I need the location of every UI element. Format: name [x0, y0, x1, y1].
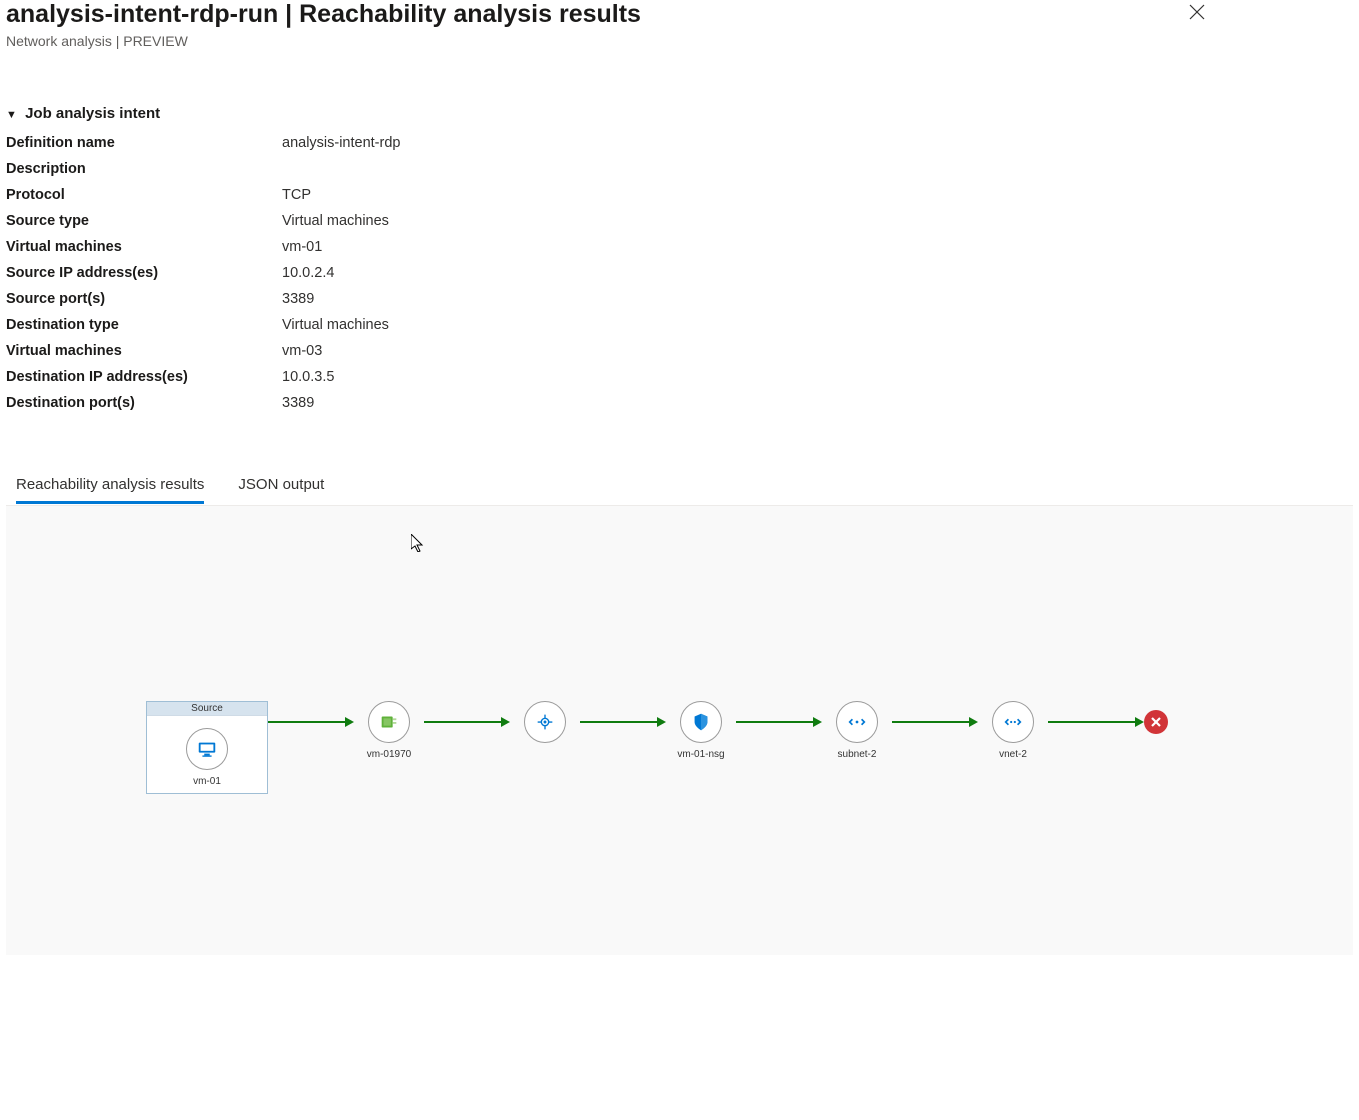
value-dest-ip: 10.0.3.5 [282, 369, 334, 385]
node-label-subnet-2: subnet-2 [838, 749, 877, 760]
arrow-right-icon [1135, 717, 1144, 727]
label-dest-type: Destination type [6, 317, 282, 333]
tabs: Reachability analysis results JSON outpu… [6, 468, 1353, 505]
section-title: Job analysis intent [25, 105, 160, 122]
close-button[interactable] [1181, 0, 1213, 28]
value-definition-name: analysis-intent-rdp [282, 135, 400, 151]
arrow-right-icon [657, 717, 666, 727]
nic-icon [378, 711, 400, 733]
value-source-vm: vm-01 [282, 239, 322, 255]
label-source-port: Source port(s) [6, 291, 282, 307]
page-title: analysis-intent-rdp-run | Reachability a… [6, 0, 641, 29]
label-dest-ip: Destination IP address(es) [6, 369, 282, 385]
reachability-path: Source vm-01 [146, 701, 1353, 794]
cursor-icon [411, 534, 424, 552]
source-box[interactable]: Source vm-01 [146, 701, 268, 794]
shield-icon [690, 711, 712, 733]
node-vm-01-nsg[interactable] [680, 701, 722, 743]
node-vnet-2[interactable] [992, 701, 1034, 743]
arrow-right-icon [813, 717, 822, 727]
arrow-right-icon [501, 717, 510, 727]
label-source-type: Source type [6, 213, 282, 229]
node-vm-01[interactable] [186, 728, 228, 770]
label-source-vm: Virtual machines [6, 239, 282, 255]
value-source-port: 3389 [282, 291, 314, 307]
arrow-right-icon [969, 717, 978, 727]
value-dest-type: Virtual machines [282, 317, 389, 333]
section-toggle-job-analysis-intent[interactable]: ▼ Job analysis intent [6, 105, 1353, 122]
node-label-vnet-2: vnet-2 [999, 749, 1027, 760]
label-dest-vm: Virtual machines [6, 343, 282, 359]
caret-down-icon: ▼ [6, 109, 17, 121]
vm-icon [196, 738, 218, 760]
tab-reachability-results[interactable]: Reachability analysis results [16, 468, 204, 504]
value-dest-port: 3389 [282, 395, 314, 411]
subnet-icon [846, 711, 868, 733]
node-subnet-2[interactable] [836, 701, 878, 743]
node-vm-01970[interactable] [368, 701, 410, 743]
node-label-vm-01-nsg: vm-01-nsg [677, 749, 724, 760]
value-source-type: Virtual machines [282, 213, 389, 229]
breadcrumb: Network analysis | PREVIEW [6, 33, 641, 49]
label-definition-name: Definition name [6, 135, 282, 151]
error-icon [1150, 716, 1162, 728]
label-source-ip: Source IP address(es) [6, 265, 282, 281]
vnet-icon [1002, 711, 1024, 733]
value-source-ip: 10.0.2.4 [282, 265, 334, 281]
node-label-vm-01970: vm-01970 [367, 749, 411, 760]
value-dest-vm: vm-03 [282, 343, 322, 359]
job-intent-details: Definition name analysis-intent-rdp Desc… [6, 130, 1353, 416]
value-protocol: TCP [282, 187, 311, 203]
label-description: Description [6, 161, 282, 177]
label-dest-port: Destination port(s) [6, 395, 282, 411]
tab-json-output[interactable]: JSON output [238, 468, 324, 504]
network-gear-icon [534, 711, 556, 733]
node-network-component[interactable] [524, 701, 566, 743]
reachability-canvas[interactable]: Source vm-01 [6, 505, 1353, 955]
label-protocol: Protocol [6, 187, 282, 203]
source-box-title: Source [147, 702, 267, 716]
node-label-vm-01: vm-01 [193, 776, 221, 787]
node-blocked[interactable] [1144, 710, 1168, 734]
close-icon [1189, 4, 1205, 20]
arrow-right-icon [345, 717, 354, 727]
